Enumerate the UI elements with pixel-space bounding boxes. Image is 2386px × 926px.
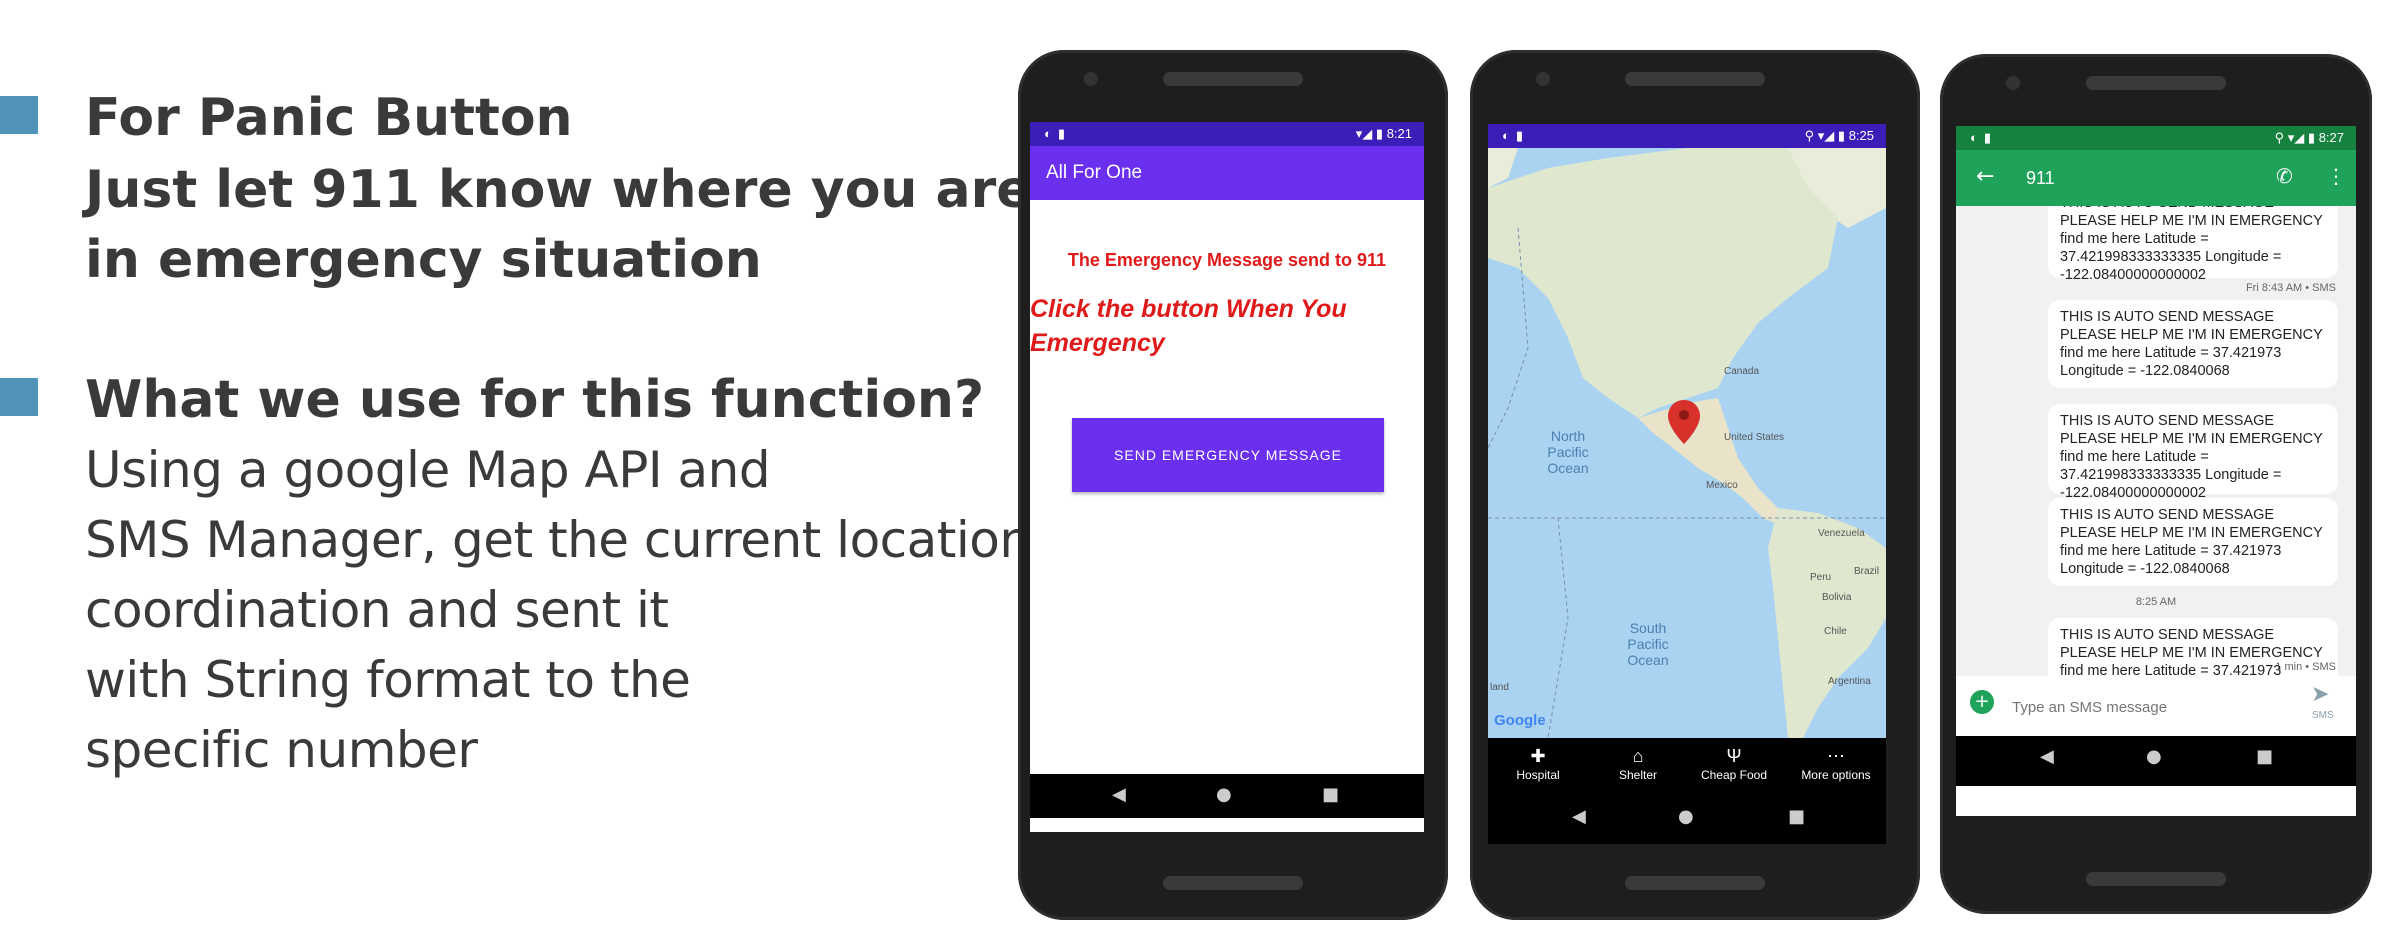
heading-let-911-know: Just let 911 know where you are xyxy=(85,160,1032,220)
body-line-5: specific number xyxy=(85,721,478,779)
phone-3-bottom-speaker xyxy=(2086,872,2226,886)
heading-panic-button: For Panic Button xyxy=(85,88,573,148)
phone-3-screen: ◐▮ ⚲ ▾◢ ▮ 8:27 ← 911 ✆ ⋮ THIS IS AUTO SE… xyxy=(1956,126,2356,816)
phone-1-top-speaker xyxy=(1163,72,1303,86)
phone-1-screen: ◐▮ ▾◢ ▮ 8:21 All For One The Emergency M… xyxy=(1030,122,1424,832)
map-label-mexico: Mexico xyxy=(1706,480,1738,491)
phone-2-frame: ◐▮ ⚲ ▾◢ ▮ 8:25 Canada United States Mexi… xyxy=(1470,50,1920,920)
message-meta: Fri 8:43 AM • SMS xyxy=(2245,282,2336,294)
android-nav-bar: ◀ ● ■ xyxy=(1030,774,1424,818)
send-icon[interactable]: ➤ xyxy=(2311,682,2329,707)
back-icon[interactable]: ◀ xyxy=(1572,806,1586,827)
back-icon[interactable]: ◀ xyxy=(2040,746,2054,767)
food-icon: Ψ xyxy=(1726,746,1742,766)
message-bubble[interactable]: THIS IS AUTO SEND MESSAGE PLEASE HELP ME… xyxy=(2048,206,2338,283)
phone-1-camera xyxy=(1084,72,1098,86)
hospital-icon: ✚ xyxy=(1530,746,1546,766)
phone-3-camera xyxy=(2006,76,2020,90)
map-label-canada: Canada xyxy=(1724,366,1760,377)
google-logo: Google xyxy=(1494,712,1546,729)
heading-what-we-use: What we use for this function? xyxy=(85,370,985,430)
tab-shelter[interactable]: ⌂ Shelter xyxy=(1588,744,1688,782)
back-arrow-icon[interactable]: ← xyxy=(1976,164,1994,189)
recents-icon[interactable]: ■ xyxy=(2256,746,2273,767)
bullet-square-2 xyxy=(0,378,38,416)
status-icons-left: ◐▮ xyxy=(1970,130,1998,145)
recents-icon[interactable]: ■ xyxy=(1322,784,1339,805)
message-bubble[interactable]: THIS IS AUTO SEND MESSAGE PLEASE HELP ME… xyxy=(2048,300,2338,388)
send-sms-label: SMS xyxy=(2312,710,2334,721)
body-line-3: coordination and sent it xyxy=(85,581,669,639)
tab-hospital[interactable]: ✚ Hospital xyxy=(1488,744,1588,782)
compose-bar: + ➤ SMS xyxy=(1956,676,2356,736)
tab-more-options[interactable]: ⋯ More options xyxy=(1786,744,1886,782)
time-divider: 8:25 AM xyxy=(2135,596,2177,608)
map-label-bolivia: Bolivia xyxy=(1822,592,1852,603)
status-time: ▾◢ ▮ 8:21 xyxy=(1355,126,1412,141)
message-thread[interactable]: THIS IS AUTO SEND MESSAGE PLEASE HELP ME… xyxy=(1956,206,2356,676)
recents-icon[interactable]: ■ xyxy=(1788,806,1805,827)
body-line-4: with String format to the xyxy=(85,651,691,709)
emergency-message-label: The Emergency Message send to 911 xyxy=(1067,250,1387,270)
shelter-icon: ⌂ xyxy=(1632,746,1644,766)
status-icons-left: ◐▮ xyxy=(1044,126,1072,141)
bullet-square-1 xyxy=(0,96,38,134)
click-instruction: Click the button When You Emergency xyxy=(1030,295,1347,357)
map-label-chile: Chile xyxy=(1824,626,1847,637)
bottom-tab-bar: ✚ Hospital ⌂ Shelter Ψ Cheap Food ⋯ More… xyxy=(1488,738,1886,796)
android-nav-bar: ◀ ● ■ xyxy=(1956,736,2356,786)
message-meta-last: 1 min • SMS xyxy=(2275,661,2336,673)
phone-1-bottom-speaker xyxy=(1163,876,1303,890)
android-nav-bar: ◀ ● ■ xyxy=(1488,796,1886,844)
google-map[interactable]: Canada United States Mexico North Pacifi… xyxy=(1488,148,1886,738)
home-icon[interactable]: ● xyxy=(1678,806,1694,827)
phone-3-top-speaker xyxy=(2086,76,2226,90)
map-label-united-states: United States xyxy=(1724,432,1785,443)
sms-app-bar: ← 911 ✆ ⋮ xyxy=(1956,150,2356,206)
app-bar: All For One xyxy=(1030,146,1424,200)
status-bar: ◐▮ ⚲ ▾◢ ▮ 8:27 xyxy=(1956,126,2356,150)
status-time: ⚲ ▾◢ ▮ 8:27 xyxy=(2274,130,2344,145)
map-label-peru: Peru xyxy=(1810,572,1832,583)
more-icon: ⋯ xyxy=(1827,746,1845,766)
contact-name: 911 xyxy=(2026,168,2055,188)
phone-call-icon[interactable]: ✆ xyxy=(2276,164,2293,188)
status-bar: ◐▮ ▾◢ ▮ 8:21 xyxy=(1030,122,1424,146)
map-label-argentina: Argentina xyxy=(1828,676,1871,687)
send-emergency-message-button[interactable]: SEND EMERGENCY MESSAGE xyxy=(1072,418,1384,492)
overflow-menu-icon[interactable]: ⋮ xyxy=(2326,164,2346,188)
phone-2-bottom-speaker xyxy=(1625,876,1765,890)
back-icon[interactable]: ◀ xyxy=(1112,784,1126,805)
app-title: All For One xyxy=(1046,162,1143,183)
map-label-land: land xyxy=(1490,682,1509,693)
map-label-south-pacific: South Pacific Ocean xyxy=(1627,620,1669,668)
status-bar: ◐▮ ⚲ ▾◢ ▮ 8:25 xyxy=(1488,124,1886,148)
message-bubble[interactable]: THIS IS AUTO SEND MESSAGE PLEASE HELP ME… xyxy=(2048,498,2338,586)
sms-compose-input[interactable] xyxy=(2010,694,2294,720)
map-label-venezuela: Venezuela xyxy=(1818,528,1865,539)
home-icon[interactable]: ● xyxy=(1216,784,1232,805)
phone-2-camera xyxy=(1536,72,1550,86)
heading-emergency-situation: in emergency situation xyxy=(85,230,762,290)
map-label-north-pacific: North Pacific Ocean xyxy=(1547,428,1589,476)
status-time: ⚲ ▾◢ ▮ 8:25 xyxy=(1804,128,1874,143)
phone-2-top-speaker xyxy=(1625,72,1765,86)
body-line-1: Using a google Map API and xyxy=(85,441,771,499)
add-attachment-icon[interactable]: + xyxy=(1970,690,1994,714)
tab-cheap-food[interactable]: Ψ Cheap Food xyxy=(1684,744,1784,782)
body-line-2: SMS Manager, get the current location xyxy=(85,511,1031,569)
phone-2-screen: ◐▮ ⚲ ▾◢ ▮ 8:25 Canada United States Mexi… xyxy=(1488,124,1886,844)
status-icons-left: ◐▮ xyxy=(1502,128,1530,143)
phone-3-frame: ◐▮ ⚲ ▾◢ ▮ 8:27 ← 911 ✆ ⋮ THIS IS AUTO SE… xyxy=(1940,54,2372,914)
map-label-brazil: Brazil xyxy=(1854,566,1880,577)
message-bubble[interactable]: THIS IS AUTO SEND MESSAGE PLEASE HELP ME… xyxy=(2048,404,2338,501)
phone-1-frame: ◐▮ ▾◢ ▮ 8:21 All For One The Emergency M… xyxy=(1018,50,1448,920)
home-icon[interactable]: ● xyxy=(2146,746,2162,767)
